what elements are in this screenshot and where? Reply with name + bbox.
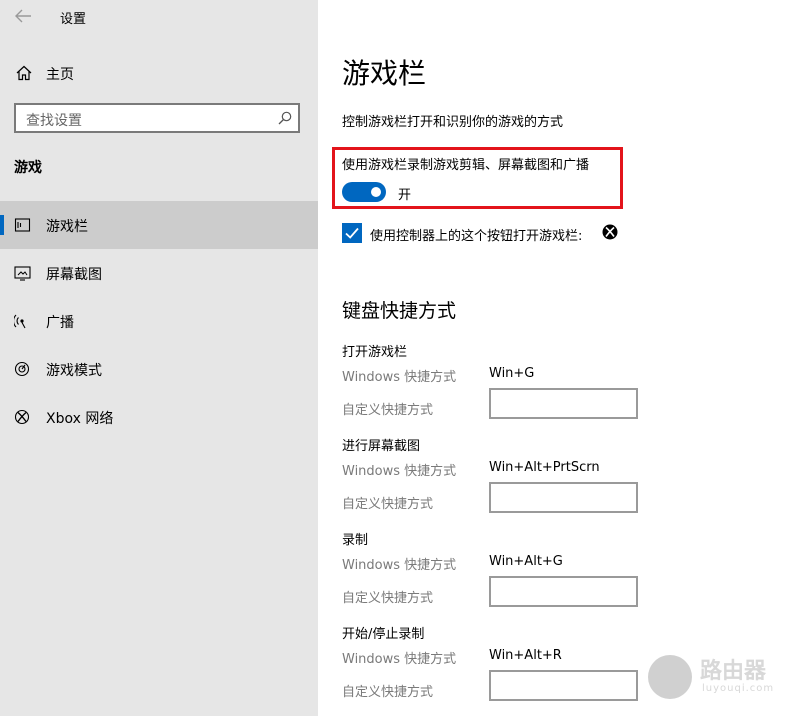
- custom-shortcut-label: 自定义快捷方式: [342, 403, 434, 418]
- controller-button-checkbox[interactable]: [342, 223, 362, 243]
- checkmark-icon: [345, 227, 359, 239]
- windows-shortcut-label: Windows 快捷方式: [342, 558, 457, 573]
- sidebar-item-label: 主页: [46, 67, 74, 83]
- sidebar-item-game-bar[interactable]: 游戏栏: [0, 201, 318, 249]
- shortcuts-section-title: 键盘快捷方式: [342, 300, 457, 322]
- sidebar-section-heading: 游戏: [14, 160, 42, 176]
- toggle-knob: [371, 187, 381, 197]
- shortcut-group-title: 打开游戏栏: [342, 345, 408, 360]
- watermark: 路由器 luyouqi.com: [648, 651, 778, 706]
- shortcut-group-title: 开始/停止录制: [342, 627, 425, 642]
- screenshot-icon: [14, 266, 31, 281]
- page-title: 游戏栏: [342, 57, 427, 90]
- sidebar: 设置 主页 查找设置 游戏 游戏栏 屏幕截图 广播 游戏模式 Xbox 网络: [0, 0, 318, 716]
- sidebar-item-home[interactable]: 主页: [0, 56, 318, 90]
- custom-shortcut-input[interactable]: [489, 388, 638, 419]
- back-arrow-icon[interactable]: [14, 8, 32, 24]
- sidebar-item-label: Xbox 网络: [46, 411, 114, 427]
- watermark-subtext: luyouqi.com: [702, 683, 775, 694]
- custom-shortcut-input[interactable]: [489, 482, 638, 513]
- custom-shortcut-label: 自定义快捷方式: [342, 685, 434, 700]
- windows-shortcut-label: Windows 快捷方式: [342, 652, 457, 667]
- sidebar-item-label: 游戏栏: [46, 219, 88, 235]
- windows-shortcut-value: Win+Alt+G: [489, 554, 563, 569]
- windows-shortcut-value: Win+Alt+PrtScrn: [489, 460, 600, 475]
- windows-shortcut-value: Win+Alt+R: [489, 648, 562, 663]
- search-placeholder: 查找设置: [26, 113, 82, 129]
- watermark-logo: [648, 655, 692, 699]
- game-bar-icon: [14, 218, 31, 232]
- windows-shortcut-label: Windows 快捷方式: [342, 464, 457, 479]
- shortcut-group-title: 录制: [342, 533, 369, 548]
- search-icon[interactable]: [278, 111, 292, 125]
- custom-shortcut-label: 自定义快捷方式: [342, 591, 434, 606]
- toggle-title: 使用游戏栏录制游戏剪辑、屏幕截图和广播: [342, 158, 590, 173]
- search-input[interactable]: 查找设置: [14, 103, 300, 133]
- sidebar-item-label: 广播: [46, 315, 74, 331]
- custom-shortcut-input[interactable]: [489, 670, 638, 701]
- sidebar-item-label: 游戏模式: [46, 363, 102, 379]
- game-bar-toggle[interactable]: [342, 182, 386, 202]
- selection-indicator: [0, 215, 4, 235]
- sidebar-item-xbox-network[interactable]: Xbox 网络: [0, 393, 318, 441]
- sidebar-item-screenshot[interactable]: 屏幕截图: [0, 249, 318, 297]
- game-mode-icon: [14, 361, 30, 377]
- windows-shortcut-value: Win+G: [489, 366, 535, 381]
- main-panel: 游戏栏 控制游戏栏打开和识别你的游戏的方式 使用游戏栏录制游戏剪辑、屏幕截图和广…: [318, 0, 788, 716]
- broadcast-icon: [14, 314, 26, 329]
- custom-shortcut-label: 自定义快捷方式: [342, 497, 434, 512]
- watermark-text: 路由器: [700, 659, 767, 684]
- sidebar-item-game-mode[interactable]: 游戏模式: [0, 345, 318, 393]
- home-icon: [16, 65, 32, 81]
- app-title: 设置: [60, 12, 87, 27]
- shortcut-group-title: 进行屏幕截图: [342, 439, 421, 454]
- sidebar-item-broadcast[interactable]: 广播: [0, 297, 318, 345]
- page-description: 控制游戏栏打开和识别你的游戏的方式: [342, 115, 564, 130]
- sidebar-item-label: 屏幕截图: [46, 267, 102, 283]
- checkbox-label: 使用控制器上的这个按钮打开游戏栏:: [370, 229, 583, 244]
- windows-shortcut-label: Windows 快捷方式: [342, 370, 457, 385]
- custom-shortcut-input[interactable]: [489, 576, 638, 607]
- xbox-icon: [14, 409, 30, 425]
- toggle-state-label: 开: [398, 188, 412, 203]
- xbox-icon: [602, 224, 618, 240]
